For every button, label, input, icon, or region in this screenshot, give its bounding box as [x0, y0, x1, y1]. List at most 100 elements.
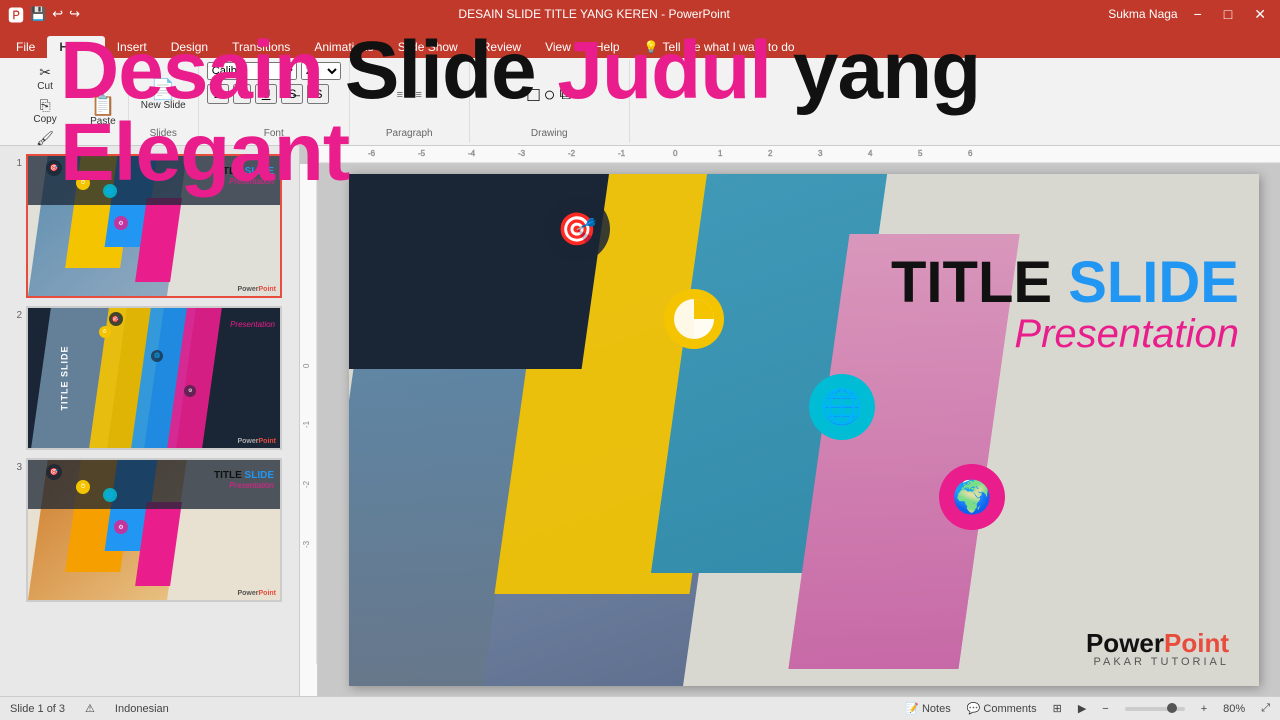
svg-text:0: 0: [673, 149, 678, 158]
fit-btn[interactable]: ⤢: [1261, 702, 1270, 715]
thumb3-brand-red: Point: [259, 590, 277, 597]
main-workspace: 1 🎯 ⏱ 🌐 ⚙: [0, 146, 1280, 696]
thumb3-gear-icon: ⚙: [114, 520, 128, 534]
font-content: Calibri 24 B I U S̶ S: [207, 62, 341, 128]
tab-transitions[interactable]: Transitions: [220, 36, 302, 58]
slide-title-text: TITLE SLIDE: [891, 254, 1239, 312]
slide-globe2-icon: 🌍: [939, 464, 1005, 530]
drawing-content: □ ○ ⧉: [527, 62, 571, 128]
tab-animations[interactable]: Animations: [302, 36, 385, 58]
zoom-slider[interactable]: [1125, 707, 1185, 711]
paragraph-content: ≡ ≡ ≡: [397, 62, 422, 128]
tab-slideshow[interactable]: Slide Show: [386, 36, 470, 58]
thumb3-clock-icon: ⏱: [76, 480, 90, 494]
tab-insert[interactable]: Insert: [105, 36, 159, 58]
ribbon-group-font: Calibri 24 B I U S̶ S Font: [199, 60, 350, 143]
thumb-gear-icon: ⚙: [114, 216, 128, 230]
thumb-target-icon: 🎯: [46, 160, 62, 176]
tab-view[interactable]: View: [533, 36, 583, 58]
canvas-inner: 3 2 1 0 -1 -2 -3: [300, 164, 1280, 696]
thumb-title-blue: SLIDE: [245, 166, 274, 177]
paste-btn[interactable]: 📋 Paste: [86, 94, 120, 129]
comments-btn[interactable]: 💬 Comments: [967, 702, 1037, 715]
svg-text:5: 5: [918, 149, 923, 158]
lightbulb-icon: 💡: [644, 40, 659, 54]
minimize-btn[interactable]: −: [1188, 6, 1208, 22]
ribbon-tabs: File Home Insert Design Transitions Anim…: [0, 28, 1280, 58]
slide-pie-chart: [672, 297, 716, 341]
comments-label: Comments: [983, 703, 1036, 715]
slide-pie-icon-container: [664, 289, 724, 349]
copy-btn[interactable]: ⎘ Copy: [8, 95, 82, 127]
slide-thumb-2[interactable]: 2 TITLE SLIDE 🎯 🌐 ⚙ ⏱: [4, 306, 295, 450]
svg-text:2: 2: [768, 149, 773, 158]
svg-text:3: 3: [818, 149, 823, 158]
svg-text:4: 4: [868, 149, 873, 158]
thumb3-title-text: TITLE SLIDE: [214, 470, 274, 481]
slide-thumb-1[interactable]: 1 🎯 ⏱ 🌐 ⚙: [4, 154, 295, 298]
tab-home[interactable]: Home: [47, 36, 104, 58]
notes-btn[interactable]: 📝 Notes: [905, 702, 950, 715]
new-slide-btn[interactable]: 📄 New Slide: [137, 78, 190, 113]
thumb-brand-red: Point: [259, 286, 277, 293]
canvas-wrapper: 🎯 🌐 🌍: [318, 164, 1280, 696]
slide-num-1: 1: [4, 154, 22, 169]
ruler-left-svg: 3 2 1 0 -1 -2 -3: [300, 164, 318, 664]
italic-btn[interactable]: I: [233, 84, 250, 104]
notes-label: Notes: [922, 703, 951, 715]
zoom-in-btn[interactable]: +: [1201, 703, 1207, 715]
normal-view-btn[interactable]: ⊞: [1053, 702, 1062, 715]
close-btn[interactable]: ✕: [1248, 6, 1272, 23]
tab-help[interactable]: Help: [583, 36, 632, 58]
font-family-select[interactable]: Calibri: [207, 62, 297, 80]
zoom-out-btn[interactable]: −: [1102, 703, 1108, 715]
maximize-btn[interactable]: □: [1218, 6, 1238, 22]
drawing-label: Drawing: [531, 128, 568, 141]
accessibility-icon: ⚠: [85, 702, 95, 715]
svg-text:-1: -1: [302, 420, 311, 428]
slide-brand-red: Point: [1164, 628, 1229, 658]
font-size-select[interactable]: 24: [301, 62, 341, 80]
quick-access-undo[interactable]: ↩: [52, 6, 63, 22]
slide-title-area: TITLE SLIDE Presentation: [891, 254, 1239, 357]
slide-img-3[interactable]: 🎯 ⏱ 🌐 ⚙ TITLE SLIDE Presentation PowerPo…: [26, 458, 282, 602]
zoom-level: 80%: [1223, 703, 1245, 715]
cut-btn[interactable]: ✂ Cut: [8, 62, 82, 94]
user-name: Sukma Naga: [1108, 7, 1177, 21]
svg-text:-3: -3: [302, 540, 311, 548]
thumb-subtitle-text: Presentation: [214, 177, 274, 186]
copy-icon: ⎘: [39, 97, 50, 114]
svg-text:0: 0: [302, 363, 311, 368]
slide-thumb-3[interactable]: 3 🎯 ⏱ 🌐 ⚙ TITLE SLIDE Presenta: [4, 458, 295, 602]
slide-subtitle-text: Presentation: [891, 312, 1239, 357]
ribbon-group-paragraph: ≡ ≡ ≡ Paragraph: [350, 60, 470, 143]
slide-brand-text: PowerPoint: [1086, 630, 1229, 656]
quick-access-save[interactable]: 💾: [30, 6, 46, 22]
strikethrough-btn[interactable]: S̶: [281, 84, 303, 104]
thumb-design-2: TITLE SLIDE 🎯 🌐 ⚙ ⏱ Presentation PowerPo…: [28, 308, 280, 448]
tab-design[interactable]: Design: [159, 36, 220, 58]
thumb3-brand: PowerPoint: [237, 590, 276, 597]
thumb2-clock-icon: ⏱: [99, 326, 111, 338]
app-icon: 🅿: [8, 2, 24, 26]
arrange-icon: ⧉: [560, 86, 571, 104]
tab-tell-me[interactable]: 💡 Tell me what I want to do: [632, 36, 807, 58]
quick-access-redo[interactable]: ↪: [69, 6, 80, 22]
thumb3-title-blue: SLIDE: [245, 470, 274, 481]
format-painter-icon: 🖌: [36, 130, 54, 147]
slide-img-1[interactable]: 🎯 ⏱ 🌐 ⚙ TITLE SLIDE Presentation PowerPo…: [26, 154, 282, 298]
svg-text:-2: -2: [302, 480, 311, 488]
slideshow-view-btn[interactable]: ▶: [1078, 702, 1086, 715]
thumb-brand: PowerPoint: [237, 286, 276, 293]
comments-icon: 💬: [967, 702, 981, 715]
tab-file[interactable]: File: [4, 36, 47, 58]
tab-review[interactable]: Review: [470, 36, 533, 58]
slide-canvas[interactable]: 🎯 🌐 🌍: [349, 174, 1259, 686]
underline-btn[interactable]: U: [255, 84, 278, 104]
shadow-btn[interactable]: S: [307, 84, 329, 104]
slide-img-2[interactable]: TITLE SLIDE 🎯 🌐 ⚙ ⏱ Presentation PowerPo…: [26, 306, 282, 450]
thumb-globe-icon: 🌐: [103, 184, 117, 198]
slide-panel[interactable]: 1 🎯 ⏱ 🌐 ⚙: [0, 146, 300, 696]
titlebar: 🅿 💾 ↩ ↪ DESAIN SLIDE TITLE YANG KEREN - …: [0, 0, 1280, 28]
bold-btn[interactable]: B: [207, 84, 230, 104]
